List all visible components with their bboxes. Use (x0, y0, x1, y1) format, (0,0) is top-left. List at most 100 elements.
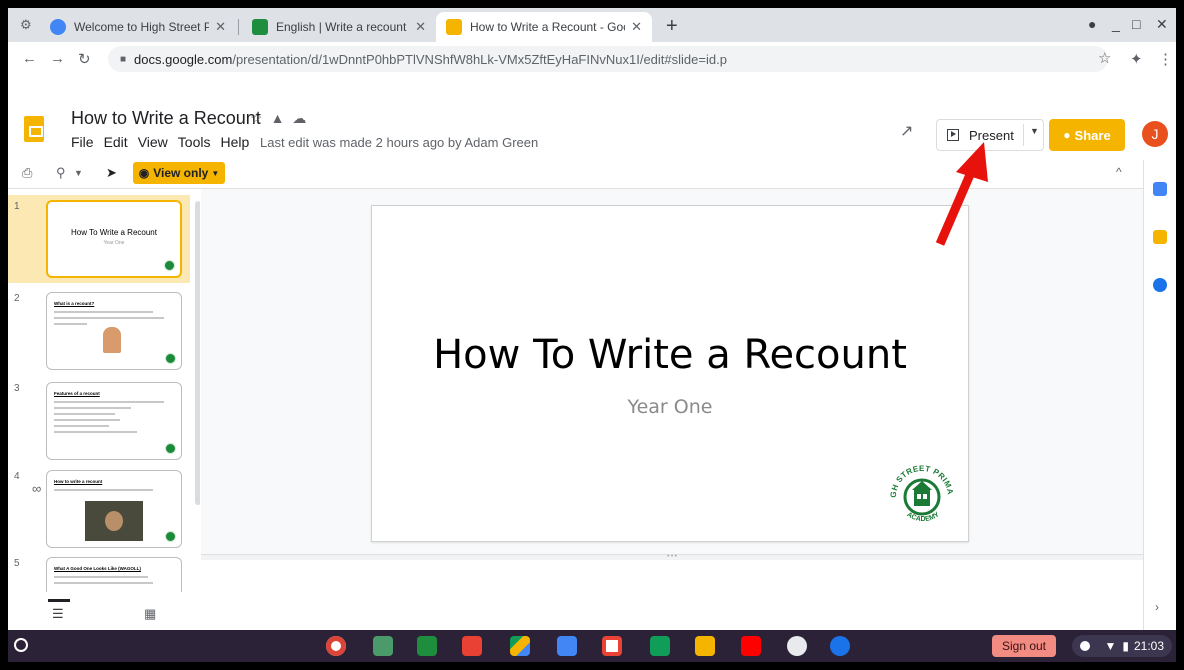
sign-out-button[interactable]: Sign out (992, 635, 1056, 657)
browser-tab-strip: ⚙ Welcome to High Street Primary ✕ Engli… (8, 8, 1176, 42)
new-tab-icon[interactable]: + (666, 15, 678, 38)
close-window-icon[interactable]: ✕ (1156, 16, 1168, 33)
thumb-preview: How To Write a Recount Year One (46, 200, 182, 278)
expand-panel-icon[interactable]: › (1155, 600, 1159, 614)
eye-icon: ◉ (138, 166, 150, 180)
status-tray[interactable]: ▼ ▮ 21:03 (1072, 635, 1172, 657)
school-logo-icon (165, 353, 176, 364)
menu-file[interactable]: File (71, 134, 94, 150)
extensions-icon[interactable]: ✦ (1130, 50, 1143, 68)
speaker-notes[interactable] (201, 560, 1143, 630)
last-edit-link[interactable]: Last edit was made 2 hours ago by Adam G… (260, 135, 538, 150)
move-icon[interactable]: ▲ (271, 110, 293, 126)
side-panel-rail: › (1143, 160, 1176, 630)
gmail-icon[interactable] (602, 636, 622, 656)
thumb-heading: Features of a recount (54, 391, 100, 396)
menu-help[interactable]: Help (220, 134, 249, 150)
list-view-icon[interactable]: ☰ (48, 599, 70, 622)
present-dropdown-icon[interactable]: ▼ (1030, 126, 1039, 136)
calendar-icon[interactable] (1153, 182, 1167, 196)
classroom-icon[interactable] (417, 636, 437, 656)
current-slide[interactable]: How To Write a Recount Year One HIGH STR… (371, 205, 969, 542)
youtube-icon[interactable] (741, 636, 761, 656)
grid-view-icon[interactable]: ▦ (144, 606, 156, 622)
print-icon[interactable]: ⎙ (22, 165, 32, 181)
launcher-icon[interactable] (14, 638, 28, 652)
document-title[interactable]: How to Write a Recount (71, 108, 261, 129)
lock-icon: ■ (120, 53, 127, 65)
tab-english[interactable]: English | Write a recount of your ✕ (242, 12, 436, 42)
url-host: docs.google.com (134, 51, 233, 67)
forward-icon[interactable]: → (50, 50, 65, 67)
activity-trend-icon[interactable]: ↗ (900, 121, 913, 141)
thumb-heading: What is a recount? (54, 301, 95, 306)
bookmark-star-icon[interactable]: ☆ (1098, 49, 1111, 67)
close-icon[interactable]: ✕ (215, 19, 226, 35)
slide-thumbnail[interactable]: 5 What A Good One Looks Like (WAGOLL) (8, 552, 190, 592)
share-label: Share (1074, 127, 1111, 143)
pdf-icon[interactable] (462, 636, 482, 656)
tab-welcome[interactable]: Welcome to High Street Primary ✕ (40, 12, 236, 42)
zoom-icon[interactable]: ⚲ (56, 165, 66, 181)
video-thumbnail (85, 501, 143, 541)
reload-icon[interactable]: ↻ (78, 50, 91, 68)
close-icon[interactable]: ✕ (415, 19, 426, 35)
chrome-icon[interactable] (326, 636, 346, 656)
tab-title: Welcome to High Street Primary (74, 20, 210, 34)
select-cursor-icon[interactable]: ➤ (106, 165, 117, 181)
menu-edit[interactable]: Edit (104, 134, 128, 150)
menu-tools[interactable]: Tools (178, 134, 211, 150)
school-logo-icon (164, 260, 175, 271)
tab-how-to-write[interactable]: How to Write a Recount - Google ✕ (436, 12, 652, 42)
slide-canvas: How To Write a Recount Year One HIGH STR… (201, 189, 1143, 554)
tab-favicon (252, 19, 268, 35)
calculator-icon[interactable] (373, 636, 393, 656)
share-button[interactable]: ● Share (1049, 119, 1125, 151)
address-bar[interactable]: ■ docs.google.com/presentation/d/1wDnntP… (108, 46, 1108, 72)
collapse-menus-icon[interactable]: ^ (1116, 165, 1122, 179)
minimize-icon[interactable]: _ (1112, 16, 1120, 32)
slide-filmstrip: 1 How To Write a Recount Year One 2 What… (8, 189, 200, 592)
camera-icon[interactable] (787, 636, 807, 656)
profile-icon[interactable]: ● (1088, 16, 1096, 32)
school-logo: HIGH STREET PRIMARY ACADEMY (887, 459, 955, 523)
slide-thumbnail[interactable]: 2 What is a recount? (8, 287, 190, 375)
keep-icon[interactable] (1153, 230, 1167, 244)
slides-icon[interactable] (695, 636, 715, 656)
back-icon[interactable]: ← (22, 50, 37, 67)
slide-thumbnail[interactable]: 1 How To Write a Recount Year One (8, 195, 190, 283)
thumb-preview: Features of a recount (46, 382, 182, 460)
view-only-button[interactable]: ◉ View only ▼ (133, 162, 225, 184)
url-path: /presentation/d/1wDnntP0hbPTlVNShfW8hLk-… (232, 51, 727, 67)
drive-icon[interactable] (510, 636, 530, 656)
close-icon[interactable]: ✕ (631, 19, 642, 35)
slide-number: 1 (14, 201, 20, 212)
tab-title: How to Write a Recount - Google (470, 20, 625, 34)
slide-thumbnail[interactable]: 3 Features of a recount (8, 377, 190, 465)
tasks-icon[interactable] (1153, 278, 1167, 292)
thumb-preview: What is a recount? (46, 292, 182, 370)
thumb-title: How To Write a Recount (71, 228, 157, 237)
restore-icon[interactable]: □ (1132, 16, 1140, 32)
slide-thumbnail[interactable]: 4 How to write a recount (8, 465, 190, 553)
docs-icon[interactable] (557, 636, 577, 656)
notification-icon (1080, 641, 1090, 651)
avatar[interactable]: J (1142, 121, 1168, 147)
cloud-status-icon: ☁ (292, 110, 315, 126)
person-icon: ● (1063, 128, 1071, 142)
wifi-icon: ▼ (1104, 639, 1117, 653)
filmstrip-scrollbar[interactable] (195, 201, 200, 505)
sheets-icon[interactable] (650, 636, 670, 656)
browser-toolbar: ← → ↻ ■ docs.google.com/presentation/d/1… (8, 42, 1176, 76)
files-icon[interactable] (830, 636, 850, 656)
slides-logo-icon[interactable] (24, 116, 44, 142)
filmstrip-view-toggle: ☰ ▦ (8, 592, 200, 630)
browser-menu-icon[interactable]: ⋮ (1158, 50, 1173, 68)
slide-number: 5 (14, 558, 20, 569)
star-icon[interactable]: ☆ (250, 110, 271, 126)
chrome-menu-icon[interactable]: ⚙ (20, 17, 32, 33)
menu-view[interactable]: View (138, 134, 168, 150)
zoom-dropdown-icon[interactable]: ▼ (74, 168, 83, 178)
tab-favicon (50, 19, 66, 35)
battery-icon: ▮ (1122, 639, 1129, 653)
